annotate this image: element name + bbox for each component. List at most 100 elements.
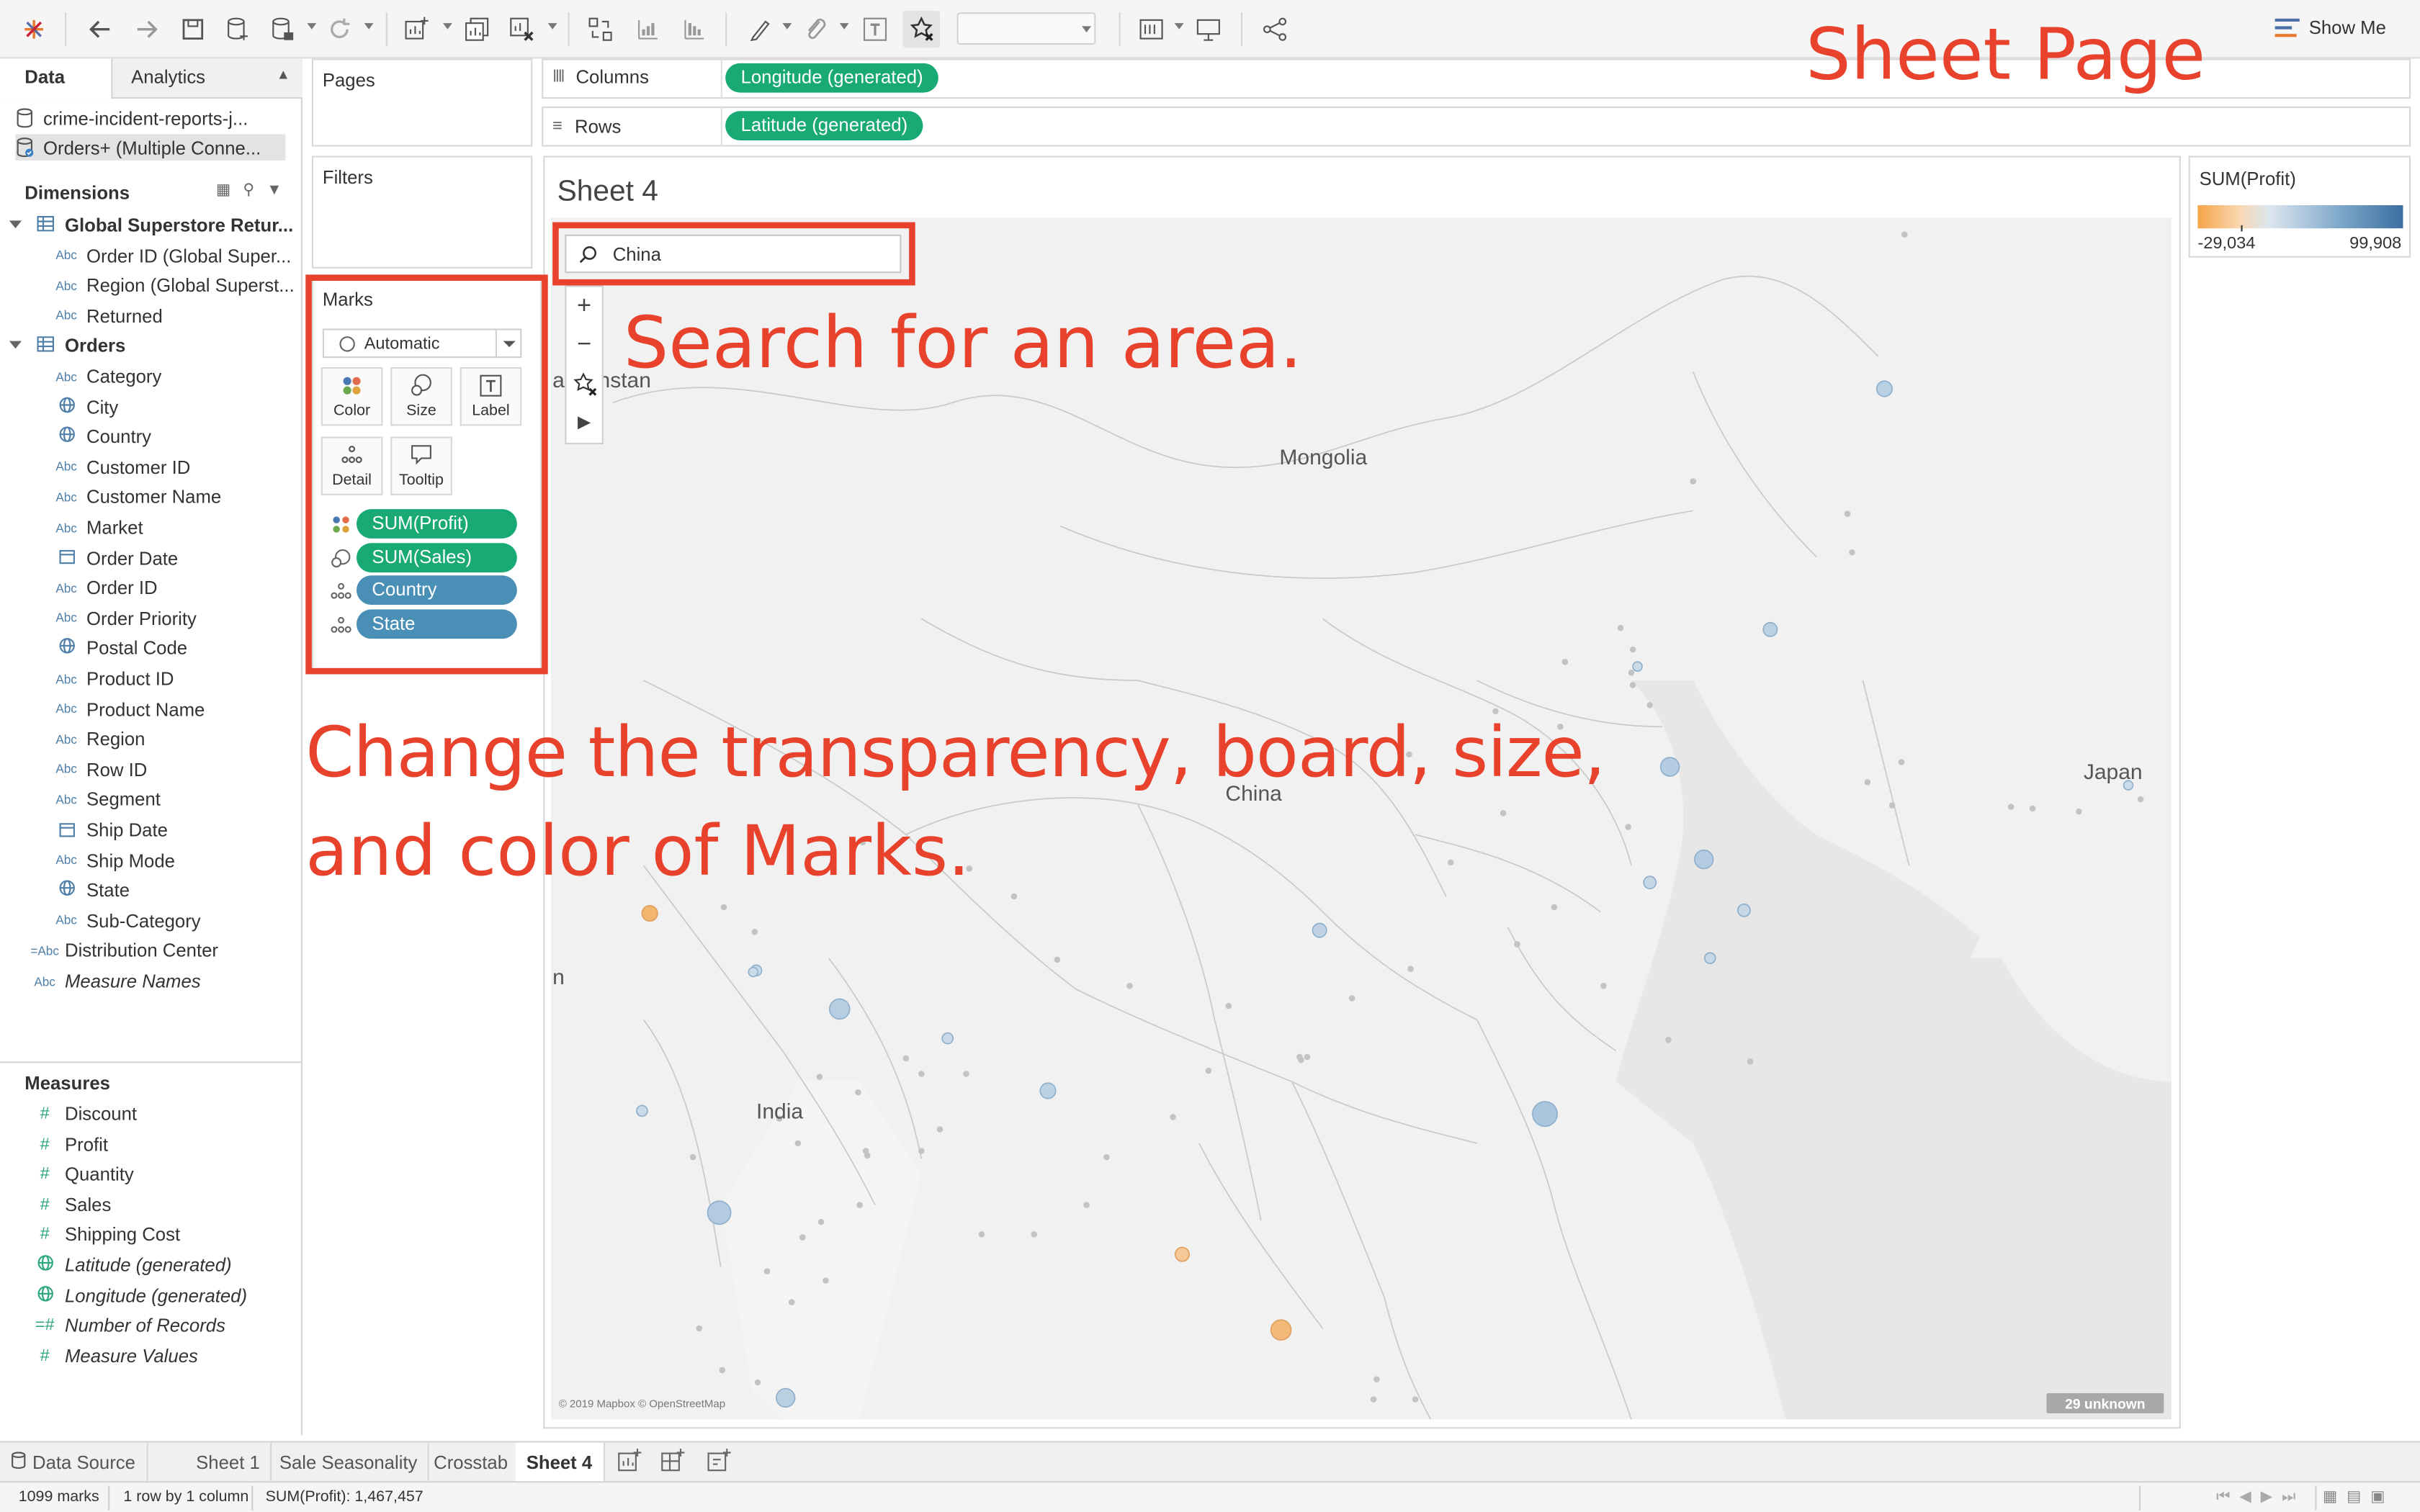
fit-dropdown[interactable]	[956, 12, 1096, 45]
highlight-pen-icon[interactable]	[741, 11, 778, 48]
chevron-down-icon[interactable]: ▼	[266, 182, 282, 199]
field-market[interactable]: Abc Market	[46, 514, 143, 542]
back-arrow-icon[interactable]	[82, 11, 119, 48]
sort-ascending-icon[interactable]	[629, 11, 666, 48]
field-region-global-superst[interactable]: Abc Region (Global Superst...	[46, 272, 294, 300]
sheet-tab-sheet-4[interactable]: Sheet 4	[515, 1442, 605, 1482]
field-measure-values[interactable]: # Measure Values	[24, 1342, 198, 1370]
chevron-down-icon[interactable]	[9, 220, 22, 229]
field-order-priority[interactable]: Abc Order Priority	[46, 605, 197, 633]
chevron-down-icon[interactable]	[443, 23, 452, 30]
calculated-string-icon: =Abc	[30, 944, 59, 958]
datasource-item[interactable]: crime-incident-reports-j...	[15, 105, 285, 131]
sheet-tab-sale-seasonality[interactable]: Sale Seasonality	[269, 1442, 430, 1482]
view-toggle-icon[interactable]: ▦	[216, 182, 230, 199]
share-icon[interactable]	[1256, 11, 1293, 48]
clear-sheet-icon[interactable]	[503, 11, 540, 48]
field-profit[interactable]: # Profit	[24, 1130, 108, 1158]
tab-analytics[interactable]: Analytics ▲︎	[112, 58, 302, 97]
chevron-down-icon[interactable]	[307, 23, 317, 30]
pause-datasource-icon[interactable]	[264, 11, 300, 48]
field-customer-id[interactable]: Abc Customer ID	[46, 454, 190, 482]
new-worksheet-tab-icon[interactable]	[611, 1443, 648, 1480]
field-customer-name[interactable]: Abc Customer Name	[46, 484, 221, 512]
show-me-button[interactable]: Show Me	[2275, 17, 2386, 39]
field-sales[interactable]: # Sales	[24, 1191, 112, 1219]
number-type-icon: #	[40, 1195, 50, 1214]
tab-data[interactable]: Data	[0, 58, 113, 99]
field-segment[interactable]: Abc Segment	[46, 786, 161, 814]
field-distribution-center[interactable]: =Abc Distribution Center	[24, 937, 218, 966]
field-shipping-cost[interactable]: # Shipping Cost	[24, 1221, 181, 1249]
field-longitude-generated[interactable]: Longitude (generated)	[24, 1282, 247, 1310]
pin-map-button[interactable]	[566, 364, 601, 403]
field-country[interactable]: Country	[46, 423, 151, 451]
field-row-id[interactable]: Abc Row ID	[46, 756, 147, 784]
refresh-icon[interactable]	[321, 11, 358, 48]
datasource-item[interactable]: Orders+ (Multiple Conne...	[15, 134, 286, 161]
field-number-of-records[interactable]: =# Number of Records	[24, 1312, 225, 1340]
field-postal-code[interactable]: Postal Code	[46, 635, 187, 663]
field-product-id[interactable]: Abc Product ID	[46, 665, 174, 693]
field-order-id-global-super[interactable]: Abc Order ID (Global Super...	[46, 242, 291, 270]
save-icon[interactable]	[174, 11, 211, 48]
field-ship-date[interactable]: Ship Date	[46, 816, 168, 845]
field-sub-category[interactable]: Abc Sub-Category	[46, 907, 200, 935]
sheet-nav-arrows-icon[interactable]: ⏮◀▶⏭	[2216, 1489, 2305, 1506]
chevron-down-icon[interactable]	[364, 23, 374, 30]
field-order-date[interactable]: Order Date	[46, 544, 178, 572]
search-highlight-box	[552, 222, 915, 286]
measures-heading: Measures	[24, 1072, 110, 1094]
field-ship-mode[interactable]: Abc Ship Mode	[46, 847, 175, 875]
chevron-down-icon[interactable]	[782, 23, 792, 30]
sheet-tab-sheet-1[interactable]: Sheet 1	[185, 1442, 272, 1482]
unknown-locations-badge[interactable]: 29 unknown	[2046, 1392, 2164, 1413]
chevron-down-icon[interactable]	[547, 23, 557, 30]
chevron-down-icon[interactable]	[1174, 23, 1184, 30]
forward-arrow-icon[interactable]	[128, 11, 165, 48]
show-cards-icon[interactable]	[1133, 11, 1170, 48]
field-returned[interactable]: Abc Returned	[46, 302, 163, 330]
zoom-in-button[interactable]: +	[566, 287, 601, 326]
sheet-title[interactable]: Sheet 4	[557, 176, 658, 210]
profit-color-legend[interactable]: SUM(Profit) -29,034 99,908	[2188, 156, 2411, 258]
field-measure-names[interactable]: Abc Measure Names	[24, 968, 200, 996]
new-datasource-icon[interactable]	[219, 11, 256, 48]
field-discount[interactable]: # Discount	[24, 1100, 137, 1128]
field-city[interactable]: City	[46, 393, 118, 421]
sheet-view-toggle-icon[interactable]: ▦▤▣	[2323, 1489, 2394, 1506]
new-dashboard-tab-icon[interactable]	[655, 1443, 691, 1480]
swap-rows-columns-icon[interactable]	[582, 11, 619, 48]
sheet-tab-crosstab[interactable]: Crosstab	[423, 1442, 521, 1482]
presentation-mode-icon[interactable]	[1190, 11, 1227, 48]
zoom-out-button[interactable]: −	[566, 325, 601, 364]
chevron-down-icon[interactable]	[9, 341, 22, 350]
annotation-marks-line1: Change the transparency, board, size,	[305, 711, 1605, 793]
group-global-superstore-retur[interactable]: Global Superstore Retur...	[24, 212, 293, 240]
chevron-down-icon[interactable]	[839, 23, 849, 30]
play-button[interactable]: ▶	[566, 402, 601, 441]
pages-shelf[interactable]: Pages	[311, 58, 533, 147]
duplicate-sheet-icon[interactable]	[458, 11, 495, 48]
map-attribution[interactable]: © 2019 Mapbox © OpenStreetMap	[559, 1400, 725, 1410]
field-product-name[interactable]: Abc Product Name	[46, 696, 205, 724]
search-icon[interactable]: ⚲	[243, 182, 254, 199]
field-quantity[interactable]: # Quantity	[24, 1161, 134, 1189]
columns-pill-longitude[interactable]: Longitude (generated)	[725, 63, 939, 93]
group-paperclip-icon[interactable]	[798, 11, 835, 48]
group-orders[interactable]: Orders	[24, 333, 125, 361]
fix-axes-pin-icon[interactable]	[902, 11, 940, 48]
sort-descending-icon[interactable]	[676, 11, 713, 48]
field-order-id[interactable]: Abc Order ID	[46, 575, 157, 603]
new-story-tab-icon[interactable]	[701, 1443, 738, 1480]
show-labels-icon[interactable]	[856, 11, 893, 48]
sheet-tab-data-source[interactable]: Data Source	[0, 1442, 148, 1482]
new-worksheet-icon[interactable]	[398, 11, 435, 48]
field-latitude-generated[interactable]: Latitude (generated)	[24, 1251, 232, 1279]
field-region[interactable]: Abc Region	[46, 726, 145, 754]
filters-shelf[interactable]: Filters	[311, 156, 533, 269]
tableau-logo-icon[interactable]	[15, 11, 52, 48]
field-category[interactable]: Abc Category	[46, 363, 161, 391]
rows-pill-latitude[interactable]: Latitude (generated)	[725, 111, 923, 140]
field-state[interactable]: State	[46, 877, 130, 905]
